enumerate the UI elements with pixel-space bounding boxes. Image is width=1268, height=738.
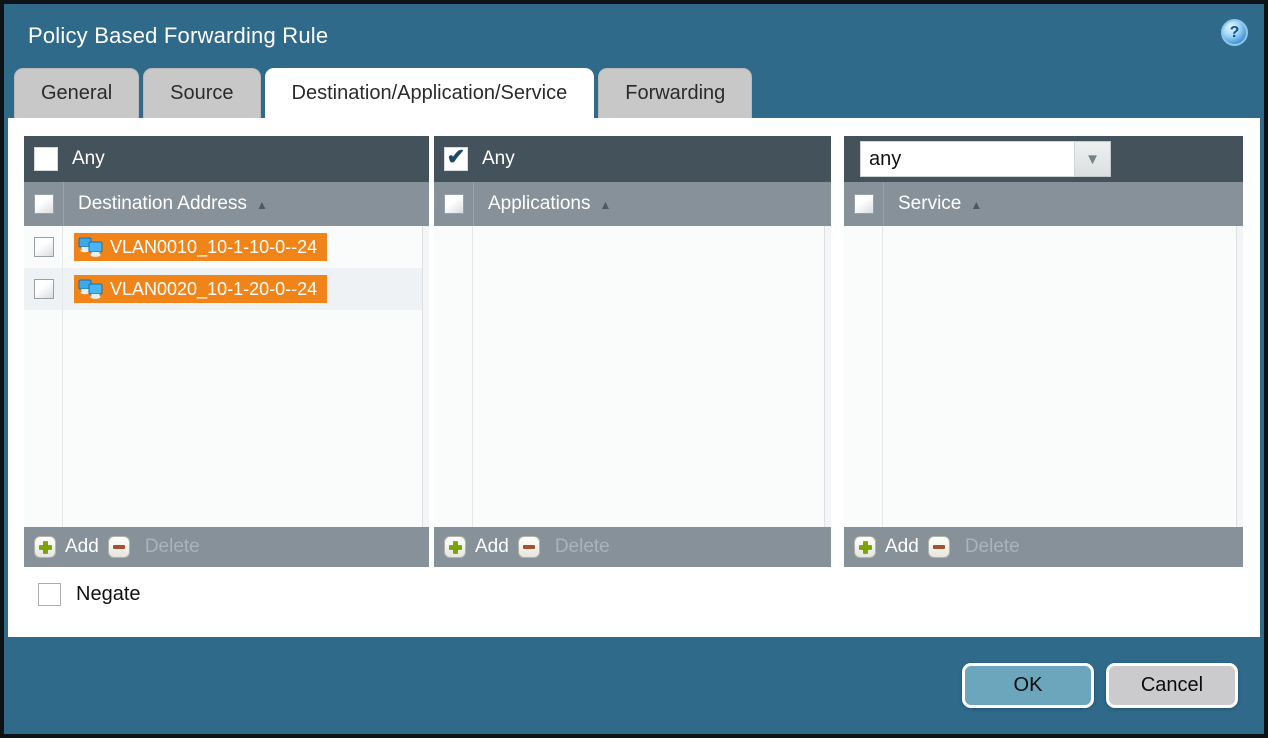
columns-container: Any Destination Address ▲ — [24, 136, 1260, 567]
add-icon[interactable] — [444, 536, 466, 558]
add-icon[interactable] — [854, 536, 876, 558]
network-nodes-icon — [78, 237, 104, 257]
service-list — [844, 226, 1243, 527]
destination-any-bar: Any — [24, 136, 429, 182]
service-add-button[interactable]: Add — [885, 536, 919, 558]
tab-source[interactable]: Source — [143, 68, 260, 118]
applications-footer-bar: Add Delete — [434, 527, 831, 567]
destination-address-label: VLAN0010_10-1-10-0--24 — [110, 237, 317, 258]
destination-address-list: VLAN0010_10-1-10-0--24 — [24, 226, 429, 527]
applications-column-header: Applications ▲ — [434, 182, 831, 226]
checkmark-icon: ✔ — [447, 146, 465, 168]
applications-list — [434, 226, 831, 527]
sort-ascending-icon: ▲ — [970, 196, 982, 212]
service-any-bar: any ▼ — [844, 136, 1243, 182]
tab-destination-application-service[interactable]: Destination/Application/Service — [265, 68, 595, 118]
dialog-button-bar: OK Cancel — [4, 637, 1264, 734]
dialog-titlebar: Policy Based Forwarding Rule ? — [4, 4, 1264, 68]
tab-forwarding[interactable]: Forwarding — [598, 68, 752, 118]
delete-icon[interactable] — [518, 536, 540, 558]
negate-label: Negate — [76, 583, 141, 606]
chevron-down-icon[interactable]: ▼ — [1075, 141, 1111, 177]
row-checkbox[interactable] — [34, 279, 54, 299]
applications-any-label: Any — [482, 148, 515, 170]
service-select-all-checkbox[interactable] — [854, 194, 874, 214]
service-dropdown-value[interactable]: any — [860, 141, 1075, 177]
service-sort-header[interactable]: Service ▲ — [883, 182, 982, 226]
applications-header-label: Applications — [488, 193, 590, 215]
ok-button[interactable]: OK — [962, 663, 1094, 708]
row-checkbox[interactable] — [34, 237, 54, 257]
negate-row: Negate — [38, 583, 1260, 606]
destination-any-label: Any — [72, 148, 105, 170]
tab-bar: General Source Destination/Application/S… — [4, 68, 1264, 118]
applications-any-checkbox[interactable]: ✔ — [444, 147, 468, 171]
destination-column-header: Destination Address ▲ — [24, 182, 429, 226]
applications-sort-header[interactable]: Applications ▲ — [473, 182, 611, 226]
help-icon[interactable]: ? — [1221, 19, 1248, 46]
destination-address-column: Any Destination Address ▲ — [24, 136, 429, 567]
service-column-header: Service ▲ — [844, 182, 1243, 226]
destination-delete-button[interactable]: Delete — [145, 536, 200, 558]
service-dropdown[interactable]: any ▼ — [860, 141, 1111, 177]
destination-address-item[interactable]: VLAN0010_10-1-10-0--24 — [74, 233, 327, 261]
service-column: any ▼ Service ▲ Add — [844, 136, 1243, 567]
table-row: VLAN0010_10-1-10-0--24 — [24, 226, 429, 268]
applications-column: ✔ Any Applications ▲ Add — [434, 136, 831, 567]
destination-select-all-checkbox[interactable] — [34, 194, 54, 214]
destination-address-label: VLAN0020_10-1-20-0--24 — [110, 279, 317, 300]
service-header-label: Service — [898, 193, 961, 215]
dialog-title: Policy Based Forwarding Rule — [28, 23, 328, 49]
service-delete-button[interactable]: Delete — [965, 536, 1020, 558]
destination-add-button[interactable]: Add — [65, 536, 99, 558]
sort-ascending-icon: ▲ — [599, 196, 611, 212]
applications-any-bar: ✔ Any — [434, 136, 831, 182]
destination-address-item[interactable]: VLAN0020_10-1-20-0--24 — [74, 275, 327, 303]
add-icon[interactable] — [34, 536, 56, 558]
policy-based-forwarding-dialog: Policy Based Forwarding Rule ? General S… — [0, 0, 1268, 738]
tab-general[interactable]: General — [14, 68, 139, 118]
service-footer-bar: Add Delete — [844, 527, 1243, 567]
cancel-button[interactable]: Cancel — [1106, 663, 1238, 708]
sort-ascending-icon: ▲ — [256, 196, 268, 212]
destination-any-checkbox[interactable] — [34, 147, 58, 171]
tab-content-panel: Any Destination Address ▲ — [8, 118, 1260, 637]
destination-header-label: Destination Address — [78, 193, 247, 215]
destination-address-sort-header[interactable]: Destination Address ▲ — [63, 182, 268, 226]
delete-icon[interactable] — [928, 536, 950, 558]
negate-checkbox[interactable] — [38, 583, 61, 606]
applications-select-all-checkbox[interactable] — [444, 194, 464, 214]
applications-delete-button[interactable]: Delete — [555, 536, 610, 558]
destination-footer-bar: Add Delete — [24, 527, 429, 567]
applications-add-button[interactable]: Add — [475, 536, 509, 558]
network-nodes-icon — [78, 279, 104, 299]
table-row: VLAN0020_10-1-20-0--24 — [24, 268, 429, 310]
delete-icon[interactable] — [108, 536, 130, 558]
